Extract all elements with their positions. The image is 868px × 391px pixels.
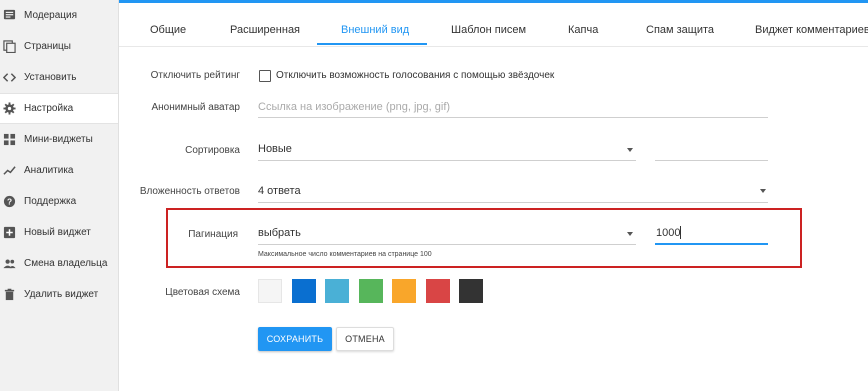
sidebar: Модерация Страницы Установить Настройка … (0, 0, 119, 391)
sort-extra-input[interactable] (655, 160, 768, 161)
sidebar-item-label: Смена владельца (24, 258, 108, 269)
sidebar-item-settings[interactable]: Настройка (0, 93, 118, 124)
color-scheme-label: Цветовая схема (165, 287, 240, 298)
color-swatch-green[interactable] (359, 279, 383, 303)
rating-checkbox-label[interactable]: Отключить возможность голосования с помо… (276, 70, 554, 81)
tab-general[interactable]: Общие (150, 14, 186, 45)
color-swatch-light-blue[interactable] (325, 279, 349, 303)
pagination-count-underline (655, 243, 768, 245)
sidebar-item-label: Установить (24, 72, 77, 83)
sidebar-item-pages[interactable]: Страницы (0, 31, 118, 62)
sort-label: Сортировка (185, 145, 240, 156)
gear-icon (2, 102, 16, 116)
avatar-input-underline (258, 117, 768, 118)
pagination-select-underline (258, 244, 636, 245)
pagination-select[interactable]: выбрать (258, 227, 301, 239)
sidebar-item-support[interactable]: ? Поддержка (0, 186, 118, 217)
sort-select-underline (258, 160, 636, 161)
color-swatch-orange[interactable] (392, 279, 416, 303)
tab-appearance[interactable]: Внешний вид (341, 14, 409, 45)
sidebar-item-analytics[interactable]: Аналитика (0, 155, 118, 186)
active-tab-indicator (317, 43, 427, 45)
sidebar-item-new-widget[interactable]: Новый виджет (0, 217, 118, 248)
tab-email-template[interactable]: Шаблон писем (451, 14, 526, 45)
pagination-hint: Максимальное число комментариев на стран… (258, 251, 432, 258)
pages-icon (2, 40, 16, 54)
code-icon (2, 71, 16, 85)
color-swatch-light[interactable] (258, 279, 282, 303)
tab-comments-widget-2[interactable]: Виджет комментариев 2 (755, 14, 868, 45)
nesting-dropdown-icon[interactable] (760, 189, 766, 193)
sort-dropdown-icon[interactable] (627, 148, 633, 152)
tab-captcha[interactable]: Капча (568, 14, 598, 45)
save-button[interactable]: СОХРАНИТЬ (258, 327, 332, 351)
sidebar-item-install[interactable]: Установить (0, 62, 118, 93)
avatar-input[interactable]: Ссылка на изображение (png, jpg, gif) (258, 101, 450, 113)
message-icon (2, 9, 16, 23)
pagination-count-input[interactable]: 1000 (656, 227, 680, 239)
sidebar-item-label: Аналитика (24, 165, 74, 176)
trend-icon (2, 164, 16, 178)
sidebar-item-moderation[interactable]: Модерация (0, 0, 118, 31)
pagination-label: Пагинация (188, 229, 238, 240)
top-accent-bar (119, 0, 868, 3)
sidebar-item-mini-widgets[interactable]: Мини-виджеты (0, 124, 118, 155)
cancel-button[interactable]: ОТМЕНА (336, 327, 394, 351)
sidebar-item-label: Модерация (24, 10, 78, 21)
color-swatch-blue[interactable] (292, 279, 316, 303)
sidebar-item-label: Настройка (24, 103, 74, 114)
sidebar-item-label: Мини-виджеты (24, 134, 93, 145)
tab-spam-protection[interactable]: Спам защита (646, 14, 714, 45)
pagination-dropdown-icon[interactable] (627, 232, 633, 236)
sidebar-item-label: Новый виджет (24, 227, 91, 238)
sidebar-item-delete-widget[interactable]: Удалить виджет (0, 279, 118, 310)
help-icon: ? (2, 195, 16, 209)
svg-text:?: ? (6, 196, 11, 206)
add-box-icon (2, 226, 16, 240)
nesting-select[interactable]: 4 ответа (258, 185, 301, 197)
trash-icon (2, 288, 16, 302)
nesting-label: Вложенность ответов (139, 186, 240, 197)
rating-label: Отключить рейтинг (150, 70, 240, 81)
tab-bar: Общие Расширенная Внешний вид Шаблон пис… (119, 14, 868, 47)
color-swatch-dark[interactable] (459, 279, 483, 303)
color-swatch-red[interactable] (426, 279, 450, 303)
sidebar-item-label: Удалить виджет (24, 289, 99, 300)
widgets-icon (2, 133, 16, 147)
tab-advanced[interactable]: Расширенная (230, 14, 300, 45)
sidebar-item-label: Поддержка (24, 196, 77, 207)
sidebar-item-change-owner[interactable]: Смена владельца (0, 248, 118, 279)
sort-select[interactable]: Новые (258, 143, 292, 155)
nesting-select-underline (258, 202, 768, 203)
rating-checkbox[interactable] (259, 70, 271, 82)
people-icon (2, 257, 16, 271)
text-cursor (680, 226, 681, 239)
sidebar-item-label: Страницы (24, 41, 71, 52)
avatar-label: Анонимный аватар (151, 102, 240, 113)
